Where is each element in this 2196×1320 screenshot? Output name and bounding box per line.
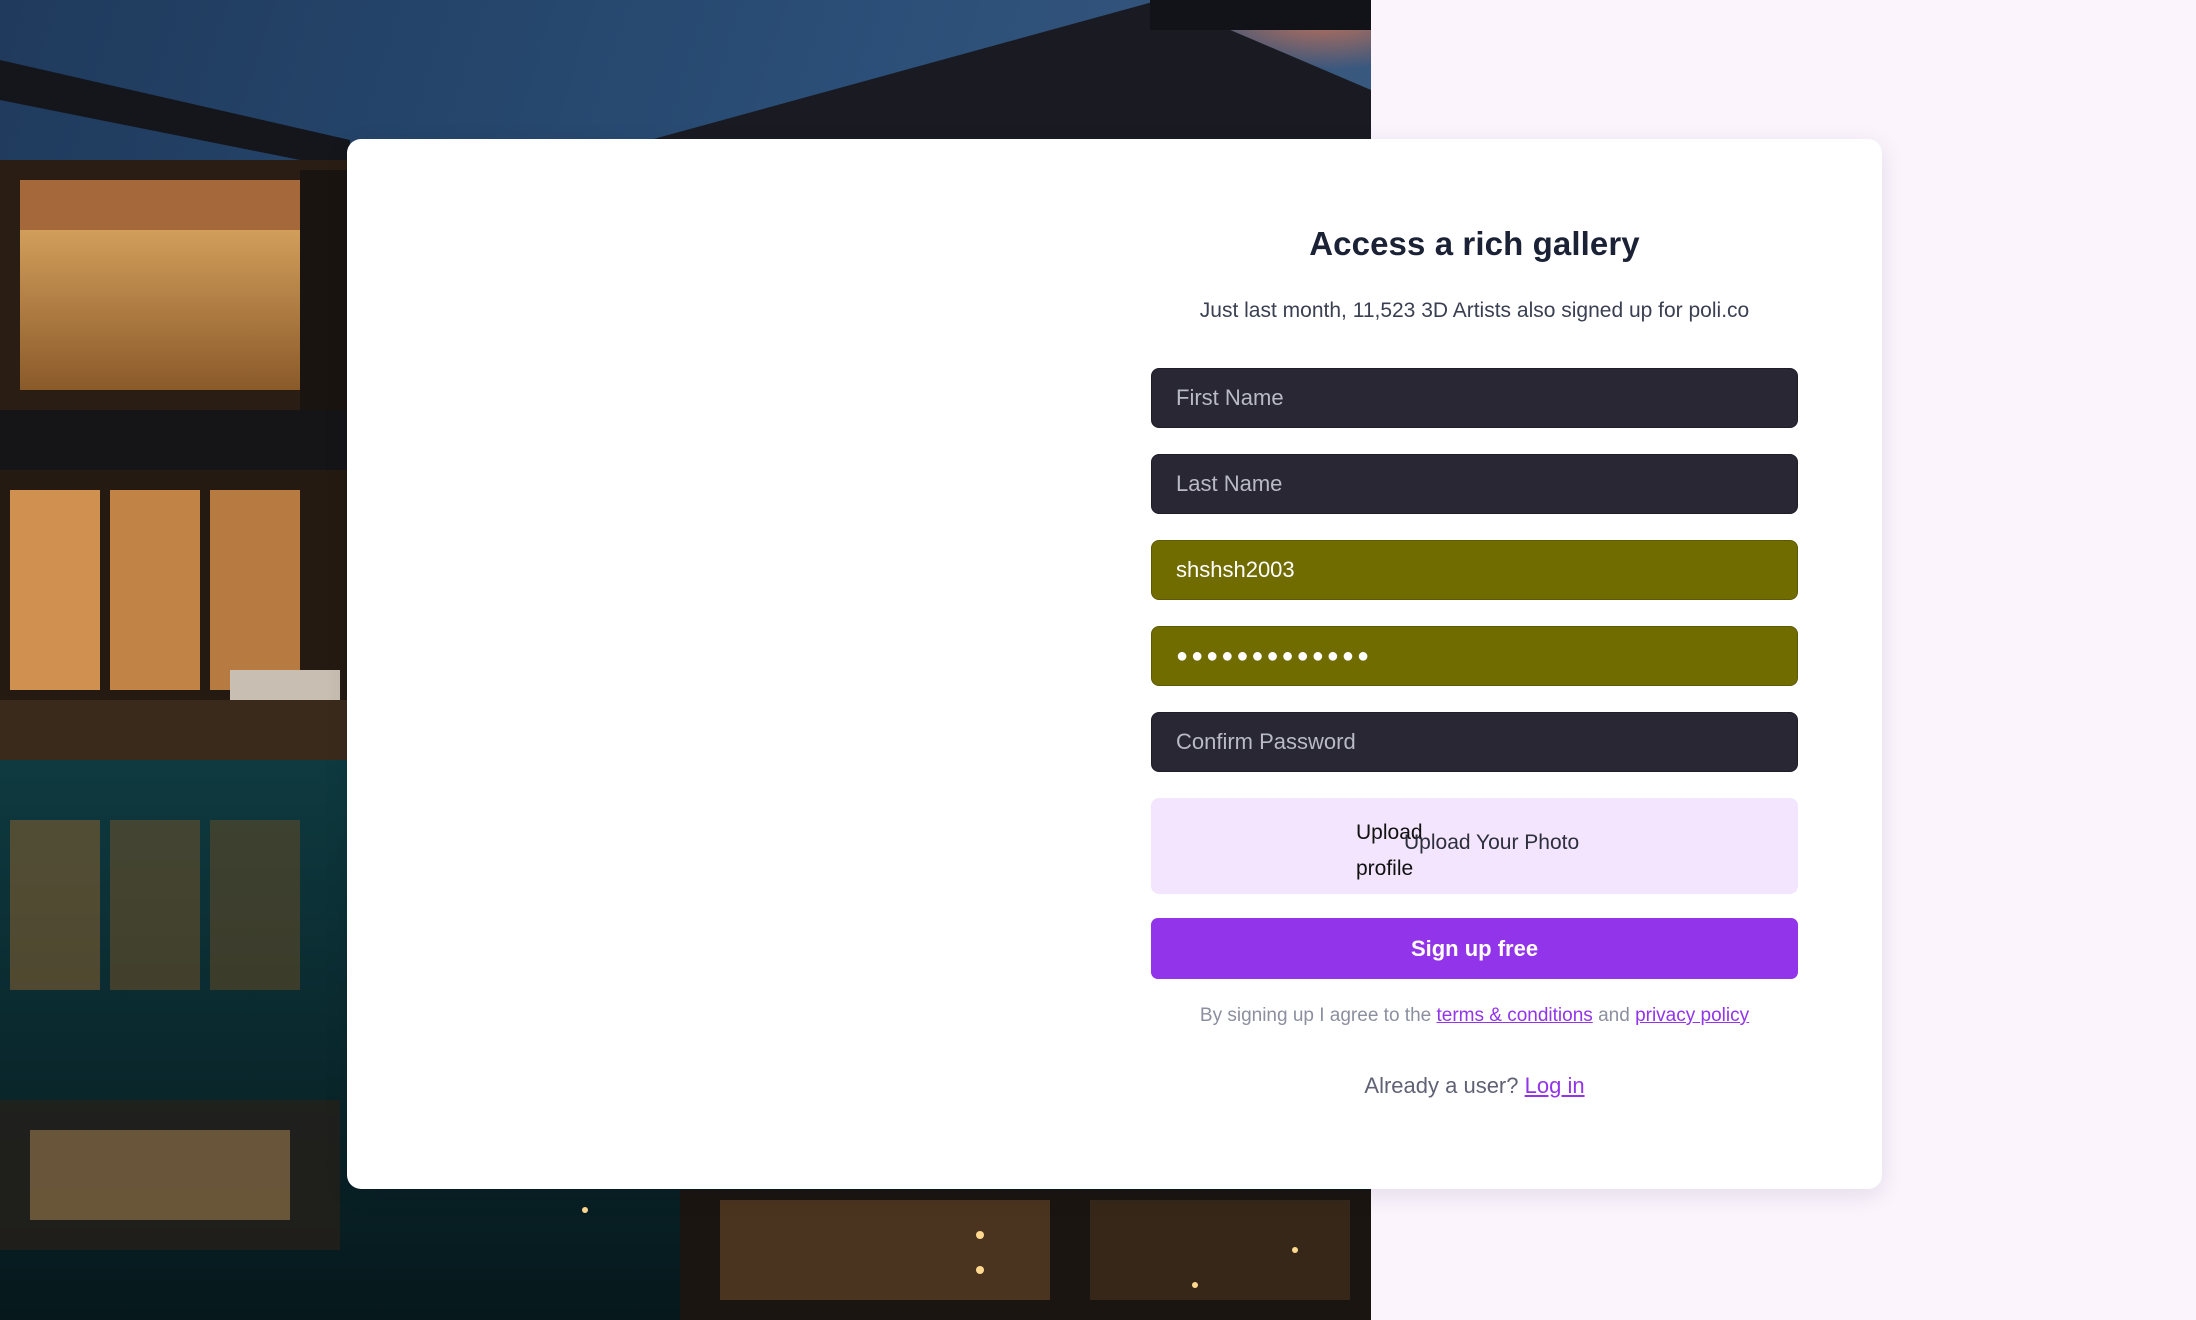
signup-card: Access a rich gallery Just last month, 1…: [347, 139, 1882, 1189]
upload-photo-label: Upload Your Photo: [1404, 831, 1580, 854]
login-prompt: Already a user? Log in: [1151, 1073, 1798, 1099]
terms-notice: By signing up I agree to the terms & con…: [1121, 1005, 1828, 1027]
password-input[interactable]: [1152, 627, 1797, 685]
password-field[interactable]: [1151, 626, 1798, 686]
last-name-field[interactable]: [1151, 454, 1798, 514]
terms-and: and: [1598, 1005, 1630, 1026]
sign-up-button[interactable]: Sign up free: [1151, 918, 1798, 979]
form-title: Access a rich gallery: [1309, 225, 1640, 262]
privacy-link[interactable]: privacy policy: [1635, 1005, 1749, 1026]
first-name-input[interactable]: [1152, 369, 1797, 427]
login-link[interactable]: Log in: [1525, 1073, 1585, 1098]
confirm-password-input[interactable]: [1152, 713, 1797, 771]
username-input[interactable]: [1152, 541, 1797, 599]
form-subtitle: Just last month, 11,523 3D Artists also …: [1199, 299, 1750, 322]
terms-link[interactable]: terms & conditions: [1437, 1005, 1593, 1026]
terms-prefix: By signing up I agree to the: [1199, 1005, 1432, 1026]
username-field[interactable]: [1151, 540, 1798, 600]
login-prompt-text: Already a user?: [1364, 1073, 1519, 1098]
last-name-input[interactable]: [1152, 455, 1797, 513]
confirm-password-field[interactable]: [1151, 712, 1798, 772]
upload-photo-dropzone[interactable]: Upload profile Upload Your Photo: [1151, 798, 1798, 894]
first-name-field[interactable]: [1151, 368, 1798, 428]
